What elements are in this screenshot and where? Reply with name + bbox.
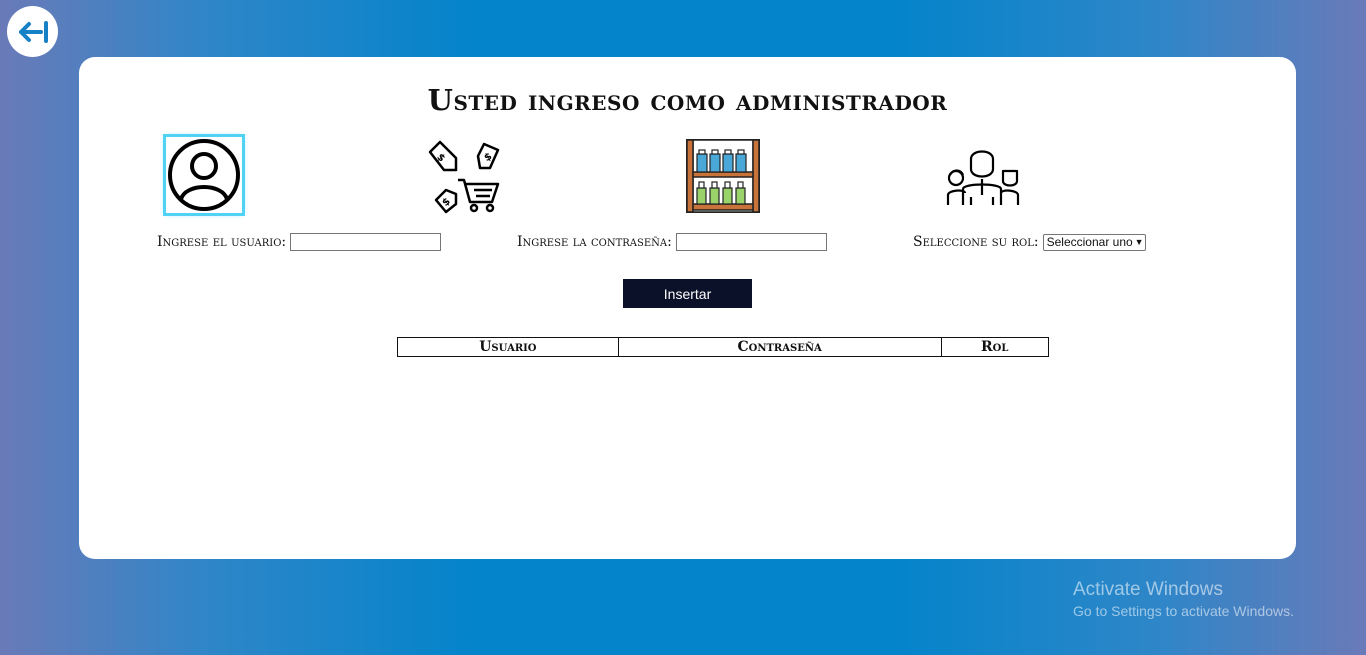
- column-header-rol: Rol: [940, 337, 1049, 357]
- role-field-group: Seleccione su rol: Seleccionar uno ▼: [913, 231, 1146, 253]
- watermark-subtitle: Go to Settings to activate Windows.: [1073, 603, 1294, 619]
- table-header-row: Usuario Contraseña Rol: [397, 337, 1049, 357]
- arrow-left-icon: [18, 20, 48, 43]
- role-label: Seleccione su rol:: [913, 234, 1039, 250]
- role-select[interactable]: Seleccionar uno ▼: [1042, 233, 1146, 251]
- svg-text:$: $: [434, 152, 447, 165]
- password-input[interactable]: [675, 233, 827, 251]
- back-button[interactable]: [7, 6, 58, 57]
- column-header-contrasena: Contraseña: [617, 337, 942, 357]
- page-title: Usted ingreso como administrador: [427, 83, 948, 117]
- user-icon[interactable]: [163, 134, 245, 216]
- password-field-group: Ingrese la contraseña:: [517, 231, 827, 253]
- column-header-usuario: Usuario: [397, 337, 619, 357]
- user-input[interactable]: [290, 233, 442, 251]
- password-label: Ingrese la contraseña:: [517, 234, 672, 250]
- chevron-down-icon: ▼: [1134, 237, 1144, 247]
- admin-panel: Usted ingreso como administrador $ $ $ I…: [79, 57, 1296, 559]
- users-table: Usuario Contraseña Rol: [397, 337, 1049, 357]
- insert-button[interactable]: Insertar: [623, 279, 752, 308]
- store-shelf-icon[interactable]: [685, 138, 761, 214]
- sales-tags-cart-icon[interactable]: $ $ $: [426, 138, 502, 214]
- activate-windows-watermark: Activate Windows Go to Settings to activ…: [1073, 579, 1294, 619]
- user-field-group: Ingrese el usuario:: [157, 231, 442, 253]
- role-select-value: Seleccionar uno: [1046, 235, 1133, 249]
- watermark-title: Activate Windows: [1073, 579, 1223, 600]
- user-label: Ingrese el usuario:: [157, 234, 287, 250]
- team-icon[interactable]: [945, 145, 1021, 221]
